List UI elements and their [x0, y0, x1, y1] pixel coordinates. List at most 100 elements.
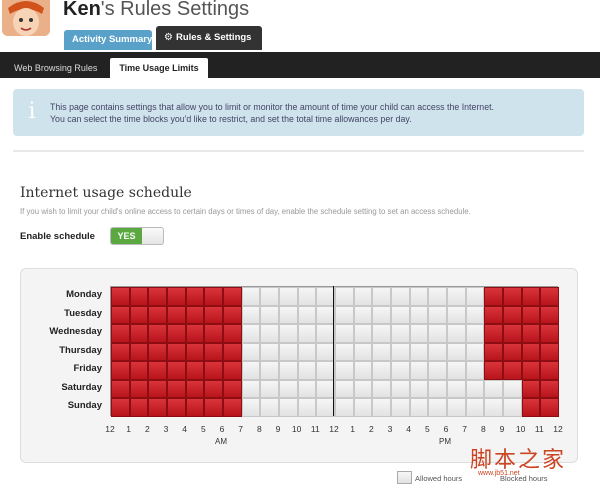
schedule-cell[interactable] — [447, 305, 466, 325]
schedule-cell[interactable] — [148, 398, 167, 417]
schedule-cell[interactable] — [111, 342, 130, 362]
schedule-cell[interactable] — [391, 398, 410, 417]
schedule-cell[interactable] — [503, 305, 522, 325]
schedule-cell[interactable] — [372, 342, 391, 362]
schedule-cell[interactable] — [540, 305, 559, 325]
schedule-cell[interactable] — [335, 379, 354, 399]
schedule-cell[interactable] — [484, 305, 503, 325]
schedule-cell[interactable] — [241, 287, 261, 306]
schedule-cell[interactable] — [409, 324, 429, 343]
schedule-cell[interactable] — [167, 305, 186, 325]
schedule-cell[interactable] — [185, 287, 205, 306]
schedule-cell[interactable] — [335, 398, 354, 417]
schedule-cell[interactable] — [148, 287, 167, 306]
schedule-cell[interactable] — [223, 287, 242, 306]
schedule-cell[interactable] — [260, 287, 279, 306]
schedule-cell[interactable] — [428, 398, 447, 417]
schedule-cell[interactable] — [484, 342, 503, 362]
schedule-cell[interactable] — [540, 287, 559, 306]
schedule-cell[interactable] — [241, 398, 261, 417]
schedule-cell[interactable] — [111, 305, 130, 325]
schedule-cell[interactable] — [372, 324, 391, 343]
schedule-cell[interactable] — [465, 305, 485, 325]
schedule-cell[interactable] — [167, 324, 186, 343]
schedule-cell[interactable] — [391, 287, 410, 306]
schedule-cell[interactable] — [521, 361, 541, 380]
schedule-cell[interactable] — [204, 342, 223, 362]
schedule-cell[interactable] — [447, 361, 466, 380]
schedule-cell[interactable] — [279, 305, 298, 325]
schedule-cell[interactable] — [148, 305, 167, 325]
schedule-cell[interactable] — [353, 398, 373, 417]
schedule-cell[interactable] — [391, 379, 410, 399]
schedule-cell[interactable] — [260, 361, 279, 380]
schedule-cell[interactable] — [409, 287, 429, 306]
tab-activity-summary[interactable]: Activity Summary — [64, 30, 152, 50]
schedule-cell[interactable] — [428, 287, 447, 306]
schedule-cell[interactable] — [204, 361, 223, 380]
schedule-cell[interactable] — [521, 324, 541, 343]
schedule-cell[interactable] — [503, 287, 522, 306]
schedule-cell[interactable] — [391, 305, 410, 325]
schedule-cell[interactable] — [260, 305, 279, 325]
schedule-cell[interactable] — [111, 398, 130, 417]
schedule-cell[interactable] — [428, 379, 447, 399]
schedule-cell[interactable] — [297, 342, 317, 362]
schedule-cell[interactable] — [372, 398, 391, 417]
schedule-cell[interactable] — [428, 342, 447, 362]
schedule-cell[interactable] — [428, 305, 447, 325]
schedule-cell[interactable] — [484, 398, 503, 417]
schedule-cell[interactable] — [503, 342, 522, 362]
schedule-cell[interactable] — [484, 361, 503, 380]
schedule-cell[interactable] — [353, 287, 373, 306]
schedule-cell[interactable] — [279, 379, 298, 399]
schedule-cell[interactable] — [241, 324, 261, 343]
schedule-cell[interactable] — [484, 379, 503, 399]
schedule-cell[interactable] — [167, 342, 186, 362]
schedule-cell[interactable] — [279, 361, 298, 380]
schedule-cell[interactable] — [409, 379, 429, 399]
schedule-cell[interactable] — [111, 287, 130, 306]
schedule-cell[interactable] — [223, 379, 242, 399]
schedule-cell[interactable] — [353, 324, 373, 343]
schedule-cell[interactable] — [204, 379, 223, 399]
schedule-cell[interactable] — [297, 305, 317, 325]
schedule-cell[interactable] — [129, 287, 149, 306]
schedule-cell[interactable] — [241, 379, 261, 399]
schedule-cell[interactable] — [428, 324, 447, 343]
schedule-cell[interactable] — [409, 398, 429, 417]
schedule-cell[interactable] — [297, 287, 317, 306]
schedule-cell[interactable] — [185, 305, 205, 325]
schedule-cell[interactable] — [129, 398, 149, 417]
schedule-cell[interactable] — [148, 324, 167, 343]
schedule-cell[interactable] — [279, 398, 298, 417]
schedule-cell[interactable] — [447, 379, 466, 399]
schedule-cell[interactable] — [409, 361, 429, 380]
schedule-cell[interactable] — [129, 342, 149, 362]
schedule-cell[interactable] — [260, 398, 279, 417]
schedule-cell[interactable] — [484, 324, 503, 343]
schedule-cell[interactable] — [223, 398, 242, 417]
schedule-cell[interactable] — [465, 398, 485, 417]
schedule-cell[interactable] — [148, 361, 167, 380]
schedule-cell[interactable] — [297, 361, 317, 380]
schedule-cell[interactable] — [260, 324, 279, 343]
schedule-cell[interactable] — [129, 361, 149, 380]
schedule-cell[interactable] — [503, 361, 522, 380]
schedule-cell[interactable] — [241, 361, 261, 380]
schedule-cell[interactable] — [521, 287, 541, 306]
schedule-cell[interactable] — [447, 324, 466, 343]
schedule-cell[interactable] — [465, 342, 485, 362]
schedule-cell[interactable] — [185, 398, 205, 417]
schedule-cell[interactable] — [297, 379, 317, 399]
schedule-cell[interactable] — [335, 324, 354, 343]
schedule-cell[interactable] — [521, 379, 541, 399]
schedule-cell[interactable] — [279, 287, 298, 306]
schedule-cell[interactable] — [223, 342, 242, 362]
schedule-cell[interactable] — [353, 305, 373, 325]
schedule-cell[interactable] — [447, 342, 466, 362]
schedule-cell[interactable] — [111, 361, 130, 380]
schedule-cell[interactable] — [503, 398, 522, 417]
schedule-cell[interactable] — [521, 398, 541, 417]
schedule-cell[interactable] — [204, 324, 223, 343]
